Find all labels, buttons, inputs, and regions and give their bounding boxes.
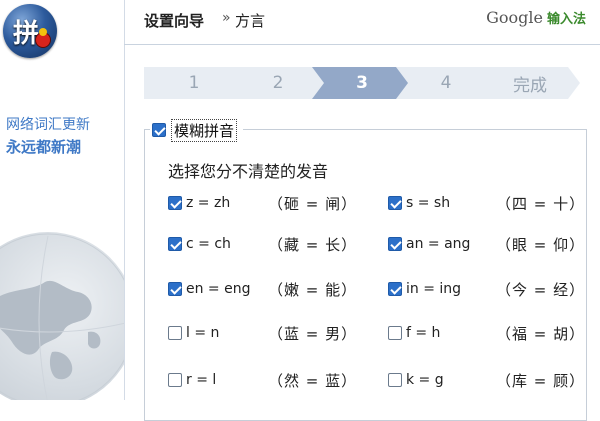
example-en-eng: （嫩 = 能） <box>268 281 358 299</box>
example-l-n: （蓝 = 男） <box>268 325 358 343</box>
option-label[interactable]: r = l <box>186 372 216 388</box>
brand-google: Google <box>486 8 543 27</box>
step-4: 4 <box>396 67 496 99</box>
option-label[interactable]: f = h <box>406 325 440 341</box>
checkbox-s-sh[interactable] <box>388 196 402 210</box>
brand-product: 输入法 <box>546 12 586 27</box>
option-label[interactable]: en = eng <box>186 281 251 297</box>
step-3-active: 3 <box>312 67 412 99</box>
example-r-l: （然 = 蓝） <box>268 372 358 390</box>
option-label[interactable]: in = ing <box>406 281 461 297</box>
fuzzy-pinyin-toggle[interactable]: 模糊拼音 <box>150 118 244 142</box>
option-label[interactable]: k = g <box>406 372 444 388</box>
checkbox-z-zh[interactable] <box>168 196 182 210</box>
slogan: 网络词汇更新 永远都新潮 <box>6 114 122 158</box>
logo-glyph: 拼 <box>13 19 40 49</box>
checkbox-c-ch[interactable] <box>168 237 182 251</box>
example-c-ch: （藏 = 长） <box>268 236 358 254</box>
checkbox-in-ing[interactable] <box>388 282 402 296</box>
step-finish: 完成 <box>480 67 580 99</box>
fuzzy-pinyin-checkbox[interactable] <box>152 123 166 137</box>
slogan-line-2: 永远都新潮 <box>6 138 82 156</box>
example-s-sh: （四 = 十） <box>496 195 586 213</box>
checkbox-k-g[interactable] <box>388 373 402 387</box>
option-label[interactable]: l = n <box>186 325 219 341</box>
option-label[interactable]: z = zh <box>186 195 230 211</box>
slogan-line-1: 网络词汇更新 <box>6 117 90 133</box>
example-in-ing: （今 = 经） <box>496 281 586 299</box>
example-k-g: （库 = 顾） <box>496 372 586 390</box>
page-title: 设置向导 <box>144 12 205 30</box>
option-z-zh[interactable]: z = zh <box>168 193 230 213</box>
sidebar: 拼 网络词汇更新 永远都新潮 <box>0 0 125 400</box>
logo-yellow-dot <box>39 28 47 36</box>
option-an-ang[interactable]: an = ang <box>388 234 470 254</box>
globe-illustration <box>0 232 124 400</box>
option-label[interactable]: s = sh <box>406 195 450 211</box>
app-logo: 拼 <box>3 4 57 58</box>
option-c-ch[interactable]: c = ch <box>168 234 231 254</box>
option-label[interactable]: an = ang <box>406 236 470 252</box>
option-k-g[interactable]: k = g <box>388 370 444 390</box>
fuzzy-prompt: 选择您分不清楚的发音 <box>168 162 329 181</box>
option-l-n[interactable]: l = n <box>168 323 219 343</box>
step-2: 2 <box>228 67 328 99</box>
step-1: 1 <box>144 67 244 99</box>
option-s-sh[interactable]: s = sh <box>388 193 450 213</box>
option-en-eng[interactable]: en = eng <box>168 279 251 299</box>
option-f-h[interactable]: f = h <box>388 323 440 343</box>
breadcrumb-separator: » <box>222 10 231 26</box>
example-z-zh: （砸 = 闸） <box>268 195 358 213</box>
globe-map-icon <box>0 233 124 400</box>
header: 设置向导 » 方言 Google 输入法 <box>124 0 600 45</box>
brand-logo: Google 输入法 <box>486 8 586 27</box>
checkbox-r-l[interactable] <box>168 373 182 387</box>
page-subtitle: 方言 <box>235 12 266 30</box>
checkbox-en-eng[interactable] <box>168 282 182 296</box>
example-f-h: （福 = 胡） <box>496 325 586 343</box>
option-r-l[interactable]: r = l <box>168 370 216 390</box>
checkbox-f-h[interactable] <box>388 326 402 340</box>
checkbox-an-ang[interactable] <box>388 237 402 251</box>
option-in-ing[interactable]: in = ing <box>388 279 461 299</box>
wizard-steps: 1 2 3 4 完成 <box>144 67 580 99</box>
fuzzy-pinyin-label[interactable]: 模糊拼音 <box>171 118 238 142</box>
checkbox-l-n[interactable] <box>168 326 182 340</box>
option-label[interactable]: c = ch <box>186 236 231 252</box>
example-an-ang: （眼 = 仰） <box>496 236 586 254</box>
